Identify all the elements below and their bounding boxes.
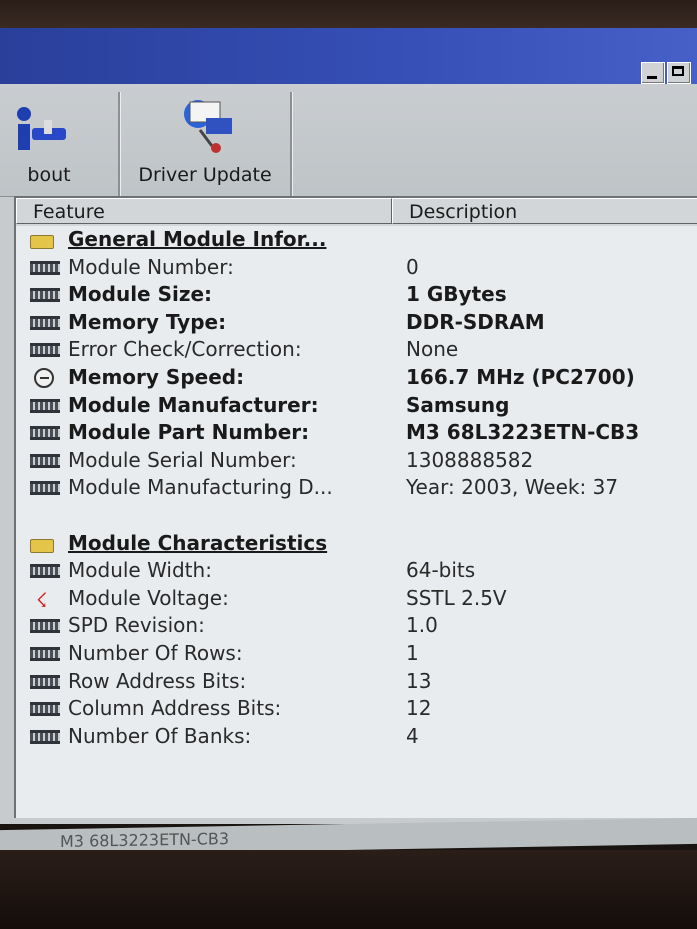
list-item[interactable]: Number Of Rows: 1 — [16, 640, 697, 668]
feature-label: General Module Infor... — [68, 227, 327, 251]
driver-update-label: Driver Update — [138, 164, 272, 186]
memory-chip-icon — [30, 260, 60, 275]
memory-chip-icon — [30, 619, 60, 634]
toolbar: bout Driver Update — [0, 84, 697, 197]
feature-value: 1 GBytes — [406, 282, 507, 307]
feature-value: Samsung — [406, 392, 510, 417]
memory-chip-icon — [30, 702, 60, 717]
memory-chip-icon — [30, 398, 60, 413]
maximize-button[interactable] — [667, 62, 691, 84]
feature-value: 13 — [406, 668, 432, 693]
feature-label: Module Voltage: — [68, 585, 229, 610]
memory-chip-icon — [30, 647, 60, 661]
driver-update-button[interactable]: Driver Update — [120, 92, 292, 196]
feature-value: None — [406, 337, 459, 362]
feature-label: Module Size: — [68, 282, 213, 307]
list-header: Feature Description — [16, 198, 697, 226]
feature-label: Column Address Bits: — [68, 696, 282, 721]
feature-label: SPD Revision: — [68, 613, 205, 638]
feature-value: 0 — [406, 254, 419, 279]
memory-chip-icon — [30, 315, 60, 330]
memory-chip-icon — [30, 674, 60, 689]
list-item[interactable]: ☇ Module Voltage: SSTL 2.5V — [16, 585, 697, 613]
feature-value: 12 — [406, 696, 432, 721]
feature-value: 1308888582 — [406, 447, 534, 472]
list-item[interactable]: Module Number: 0 — [16, 254, 697, 282]
feature-value: SSTL 2.5V — [406, 585, 507, 610]
clock-icon — [34, 368, 54, 388]
feature-label: Module Serial Number: — [68, 447, 297, 472]
feature-label: Module Manufacturing D... — [68, 475, 333, 500]
app-window: bout Driver Update Feature Description G… — [0, 84, 697, 909]
feature-value: 1.0 — [406, 613, 438, 638]
list-item[interactable]: Module Part Number: M3 68L3223ETN-CB3 — [16, 419, 697, 447]
memory-chip-icon — [30, 481, 60, 496]
list-item[interactable]: Module Manufacturer: Samsung — [16, 392, 697, 420]
info-person-icon — [17, 107, 66, 150]
memory-chip-icon — [30, 288, 60, 303]
feature-value: 1 — [406, 641, 419, 665]
feature-value: Year: 2003, Week: 37 — [406, 475, 619, 500]
feature-label: Module Number: — [68, 254, 234, 279]
memory-chip-icon — [30, 453, 60, 468]
window-titlebar[interactable] — [0, 28, 697, 84]
feature-label: Module Characteristics — [68, 530, 328, 555]
maximize-icon — [672, 66, 684, 76]
memory-chip-icon — [30, 729, 60, 744]
feature-value: 64-bits — [406, 558, 476, 583]
monitor-bezel-bottom — [0, 850, 697, 929]
list-item[interactable]: Number Of Banks: 4 — [16, 723, 697, 751]
list-item[interactable]: Module Manufacturing D... Year: 2003, Wee… — [16, 474, 697, 502]
group-header-row[interactable]: General Module Infor... — [16, 226, 697, 254]
feature-label: Module Part Number: — [68, 420, 310, 445]
feature-label: Number Of Rows: — [68, 641, 243, 665]
group-header-row[interactable]: Module Characteristics — [16, 530, 697, 558]
list-item[interactable]: Memory Speed: 166.7 MHz (PC2700) — [16, 364, 697, 392]
driver-update-icon — [184, 100, 232, 153]
column-header-feature[interactable]: Feature — [16, 198, 392, 224]
feature-label: Module Width: — [68, 558, 212, 583]
feature-list-view[interactable]: Feature Description General Module Infor… — [14, 196, 697, 818]
list-item[interactable]: Module Size: 1 GBytes — [16, 281, 697, 309]
list-item[interactable]: Module Width: 64-bits — [16, 557, 697, 585]
list-item[interactable]: SPD Revision: 1.0 — [16, 612, 697, 640]
list-item[interactable]: Memory Type: DDR-SDRAM — [16, 309, 697, 337]
feature-value: DDR-SDRAM — [406, 309, 545, 334]
monitor-bezel-top — [0, 0, 697, 28]
window-controls — [641, 62, 691, 84]
feature-value: 166.7 MHz (PC2700) — [406, 365, 635, 389]
feature-label: Memory Type: — [68, 309, 227, 334]
minimize-button[interactable] — [641, 62, 665, 84]
feature-value: 4 — [406, 723, 419, 748]
voltage-icon: ☇ — [36, 587, 48, 612]
list-item[interactable]: Column Address Bits: 12 — [16, 695, 697, 723]
feature-label: Number Of Banks: — [68, 723, 252, 748]
feature-label: Row Address Bits: — [68, 668, 247, 693]
column-header-description[interactable]: Description — [392, 198, 697, 224]
memory-chip-icon — [30, 343, 60, 358]
feature-label: Error Check/Correction: — [68, 337, 302, 362]
feature-label: Module Manufacturer: — [68, 392, 319, 417]
blank-row — [16, 502, 697, 530]
memory-chip-icon — [30, 426, 60, 441]
about-label: bout — [27, 164, 71, 186]
minimize-icon — [647, 76, 657, 79]
folder-icon — [30, 538, 54, 553]
memory-chip-icon — [30, 564, 60, 579]
feature-value: M3 68L3223ETN-CB3 — [406, 420, 640, 445]
folder-icon — [30, 235, 54, 249]
list-item[interactable]: Module Serial Number: 1308888582 — [16, 447, 697, 475]
list-item[interactable]: Row Address Bits: 13 — [16, 668, 697, 696]
list-item[interactable]: Error Check/Correction: None — [16, 336, 697, 364]
feature-label: Memory Speed: — [68, 365, 245, 389]
about-button[interactable]: bout — [0, 92, 120, 196]
